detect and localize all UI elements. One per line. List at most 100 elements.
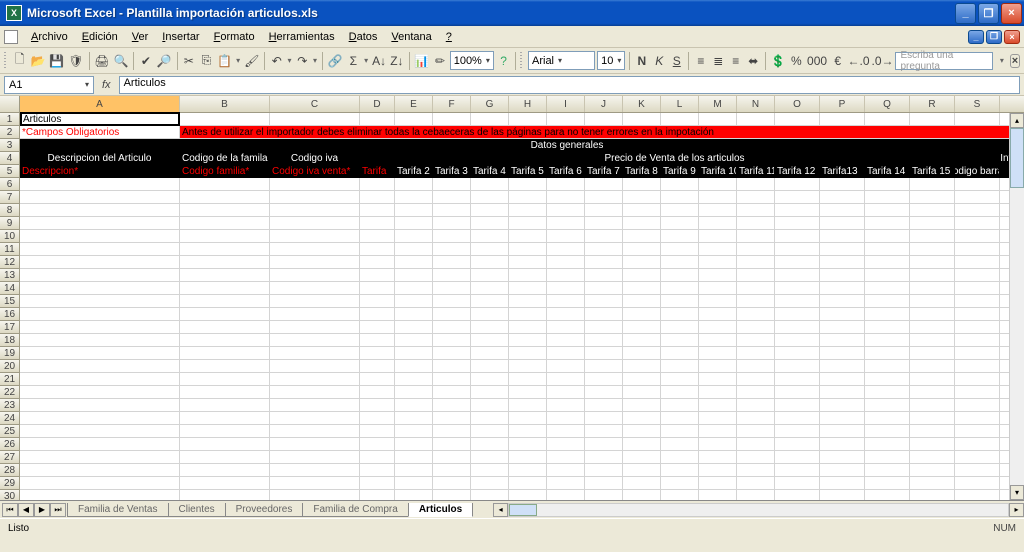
menu-datos[interactable]: Datos <box>342 29 385 45</box>
cell[interactable] <box>699 490 737 500</box>
cell[interactable] <box>737 425 775 438</box>
column-header-O[interactable]: O <box>775 96 820 112</box>
cell[interactable] <box>395 451 433 464</box>
row-header-12[interactable]: 12 <box>0 256 20 269</box>
ask-question-box[interactable]: Escriba una pregunta <box>895 52 992 70</box>
cell[interactable] <box>433 334 471 347</box>
cell[interactable] <box>820 269 865 282</box>
cell[interactable] <box>509 230 547 243</box>
cell[interactable] <box>270 243 360 256</box>
cell[interactable] <box>395 334 433 347</box>
cell[interactable] <box>661 178 699 191</box>
cell[interactable] <box>20 230 180 243</box>
cell[interactable] <box>20 477 180 490</box>
cell[interactable] <box>270 334 360 347</box>
row-header-28[interactable]: 28 <box>0 464 20 477</box>
cell[interactable] <box>865 256 910 269</box>
cell[interactable] <box>547 425 585 438</box>
cell[interactable] <box>180 204 270 217</box>
cell[interactable] <box>737 334 775 347</box>
cell[interactable] <box>910 256 955 269</box>
cell[interactable] <box>395 360 433 373</box>
cell[interactable] <box>775 334 820 347</box>
cell[interactable] <box>471 178 509 191</box>
cell[interactable]: Articulos <box>20 112 180 126</box>
cell[interactable] <box>955 477 1000 490</box>
cell[interactable]: Codigo familia* <box>180 165 270 178</box>
cell[interactable] <box>270 204 360 217</box>
cell[interactable]: Codigo de la famila <box>180 152 270 165</box>
menu-insertar[interactable]: Insertar <box>155 29 206 45</box>
cell[interactable] <box>775 230 820 243</box>
cell[interactable] <box>820 399 865 412</box>
cell[interactable] <box>433 412 471 425</box>
tab-nav-first-button[interactable]: ⏮ <box>2 503 18 517</box>
open-button[interactable]: 📂 <box>29 50 46 72</box>
column-header-C[interactable]: C <box>270 96 360 112</box>
cell[interactable] <box>270 256 360 269</box>
cell[interactable] <box>910 204 955 217</box>
cell[interactable]: Tarifa 6 <box>547 165 585 178</box>
cell[interactable] <box>699 438 737 451</box>
cell[interactable] <box>360 256 395 269</box>
row-header-1[interactable]: 1 <box>0 113 20 126</box>
cell[interactable] <box>509 308 547 321</box>
cell[interactable] <box>585 360 623 373</box>
cell[interactable] <box>395 113 433 126</box>
cell[interactable] <box>910 386 955 399</box>
cell[interactable] <box>471 308 509 321</box>
font-name-combo[interactable]: Arial▾ <box>528 51 595 70</box>
cell[interactable] <box>180 217 270 230</box>
cell[interactable] <box>585 386 623 399</box>
cell[interactable] <box>910 191 955 204</box>
cell[interactable] <box>775 256 820 269</box>
cell[interactable] <box>910 269 955 282</box>
cell[interactable] <box>471 217 509 230</box>
cell[interactable] <box>509 451 547 464</box>
cell[interactable] <box>180 477 270 490</box>
row-header-14[interactable]: 14 <box>0 282 20 295</box>
cell[interactable] <box>661 412 699 425</box>
cell[interactable] <box>433 178 471 191</box>
cell[interactable] <box>433 282 471 295</box>
cell[interactable] <box>699 464 737 477</box>
cell[interactable] <box>699 451 737 464</box>
cell[interactable] <box>955 386 1000 399</box>
mdi-minimize-button[interactable]: _ <box>968 30 984 44</box>
cell[interactable] <box>775 269 820 282</box>
cell[interactable] <box>955 373 1000 386</box>
cell[interactable] <box>270 477 360 490</box>
cell[interactable] <box>865 321 910 334</box>
cell[interactable] <box>865 243 910 256</box>
cell[interactable] <box>661 425 699 438</box>
cell[interactable]: Tarifa 12 <box>775 165 820 178</box>
cell[interactable] <box>509 217 547 230</box>
column-header-K[interactable]: K <box>623 96 661 112</box>
cell[interactable] <box>955 295 1000 308</box>
copy-button[interactable]: ⎘ <box>199 50 214 72</box>
cell[interactable] <box>509 347 547 360</box>
cell[interactable] <box>547 451 585 464</box>
cell[interactable] <box>509 321 547 334</box>
cell[interactable] <box>585 451 623 464</box>
cell[interactable] <box>547 204 585 217</box>
cell[interactable] <box>433 360 471 373</box>
cell[interactable] <box>865 438 910 451</box>
cell[interactable] <box>623 490 661 500</box>
cell[interactable] <box>865 360 910 373</box>
cell[interactable] <box>20 451 180 464</box>
cell[interactable] <box>699 217 737 230</box>
column-header-J[interactable]: J <box>585 96 623 112</box>
cell[interactable] <box>820 334 865 347</box>
cell[interactable] <box>270 321 360 334</box>
cell[interactable] <box>661 360 699 373</box>
save-button[interactable]: 💾 <box>48 50 65 72</box>
cell[interactable] <box>547 438 585 451</box>
row-header-6[interactable]: 6 <box>0 178 20 191</box>
cell[interactable] <box>20 373 180 386</box>
cell[interactable]: Antes de utilizar el importador debes el… <box>180 126 1024 139</box>
cell[interactable] <box>471 386 509 399</box>
cell[interactable] <box>910 230 955 243</box>
cell[interactable] <box>623 113 661 126</box>
cell[interactable] <box>509 477 547 490</box>
